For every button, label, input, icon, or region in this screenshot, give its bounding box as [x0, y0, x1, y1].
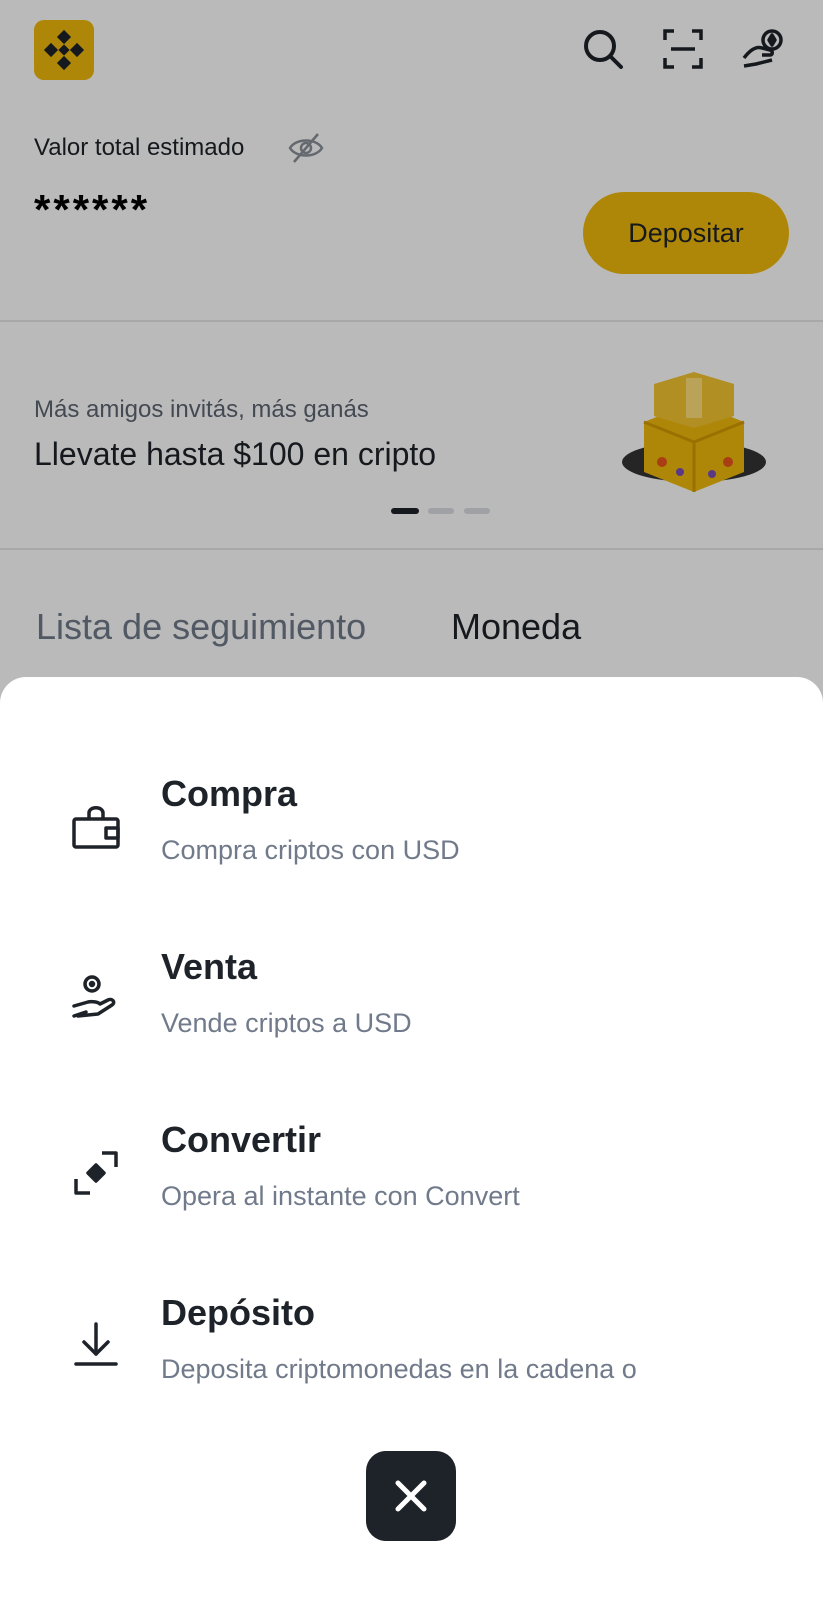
- action-deposit-title: Depósito: [161, 1292, 316, 1333]
- action-sell-title: Venta: [161, 946, 258, 987]
- download-icon: [68, 1318, 124, 1374]
- convert-icon: [68, 1145, 124, 1201]
- action-buy-title: Compra: [161, 773, 298, 814]
- action-deposit[interactable]: Depósito Deposita criptomonedas en la ca…: [0, 1284, 823, 1434]
- action-deposit-desc: Deposita criptomonedas en la cadena o: [161, 1354, 637, 1384]
- wallet-icon: [68, 799, 124, 855]
- action-convert-desc: Opera al instante con Convert: [161, 1181, 520, 1211]
- hand-coin-icon: [68, 972, 124, 1028]
- action-sell[interactable]: Venta Vende criptos a USD: [0, 938, 823, 1088]
- close-icon: [395, 1480, 427, 1512]
- action-convert[interactable]: Convertir Opera al instante con Convert: [0, 1111, 823, 1261]
- close-button[interactable]: [366, 1451, 456, 1541]
- action-buy-desc: Compra criptos con USD: [161, 835, 460, 865]
- action-convert-title: Convertir: [161, 1119, 322, 1160]
- action-buy[interactable]: Compra Compra criptos con USD: [0, 765, 823, 915]
- action-sell-desc: Vende criptos a USD: [161, 1008, 412, 1038]
